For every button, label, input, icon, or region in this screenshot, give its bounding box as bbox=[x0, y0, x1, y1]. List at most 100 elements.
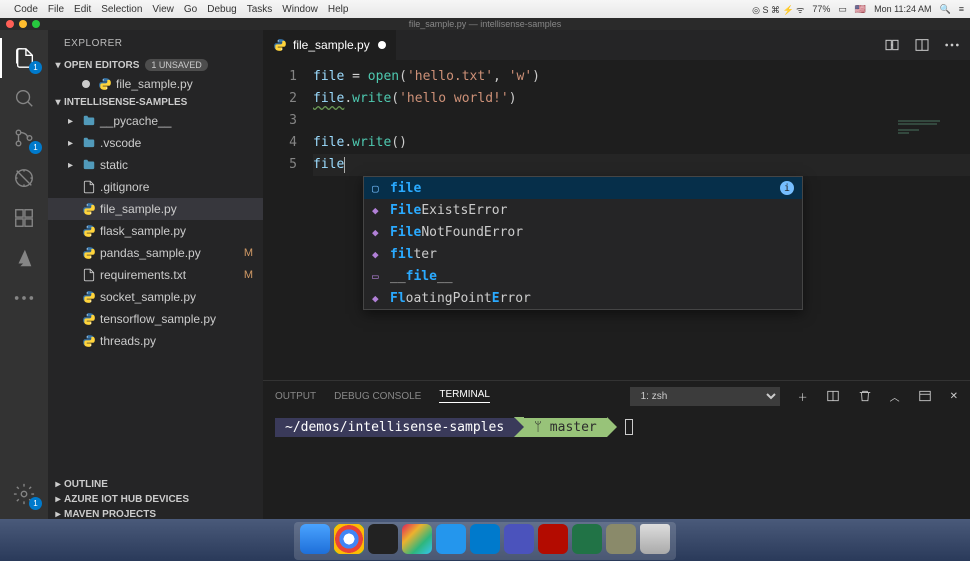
editor-area: file_sample.py 12345 file = open('hello.… bbox=[263, 30, 970, 522]
chevron-right-icon: ▸ bbox=[52, 494, 64, 505]
tree-file[interactable]: flask_sample.py bbox=[48, 220, 263, 242]
tree-file[interactable]: threads.py bbox=[48, 330, 263, 352]
terminal-dock-icon[interactable] bbox=[368, 524, 398, 554]
go-menu[interactable]: Go bbox=[184, 4, 197, 15]
azure-iot-header[interactable]: ▸AZURE IOT HUB DEVICES bbox=[48, 492, 263, 507]
code-editor[interactable]: 12345 file = open('hello.txt', 'w')file.… bbox=[263, 60, 970, 380]
chrome-dock-icon[interactable] bbox=[334, 524, 364, 554]
trash-dock-icon[interactable] bbox=[640, 524, 670, 554]
open-editor-item[interactable]: file_sample.py bbox=[48, 73, 263, 95]
window-menu[interactable]: Window bbox=[282, 4, 318, 15]
traffic-lights[interactable] bbox=[6, 20, 40, 28]
tree-folder[interactable]: ▸static bbox=[48, 154, 263, 176]
slack-dock-icon[interactable] bbox=[402, 524, 432, 554]
menu-extras[interactable]: ≡ bbox=[959, 4, 964, 14]
py-icon bbox=[80, 312, 98, 326]
more-icon[interactable] bbox=[0, 278, 48, 318]
intellisense-item[interactable]: ◆FileExistsError bbox=[364, 199, 802, 221]
intellisense-item[interactable]: ▢filei bbox=[364, 177, 802, 199]
compare-changes-icon[interactable] bbox=[884, 37, 900, 53]
chevron-right-icon: ▸ bbox=[52, 479, 64, 490]
debug-menu[interactable]: Debug bbox=[207, 4, 236, 15]
tree-file[interactable]: tensorflow_sample.py bbox=[48, 308, 263, 330]
chevron-right-icon: ▸ bbox=[68, 160, 80, 171]
completion-kind-icon: ▭ bbox=[372, 270, 390, 283]
mac-dock[interactable] bbox=[294, 522, 676, 560]
scm-icon[interactable]: 1 bbox=[0, 118, 48, 158]
app-dock-icon[interactable] bbox=[606, 524, 636, 554]
menubar-icons: ◎ S ⌘ ⚡ ᯤ bbox=[752, 3, 804, 16]
file-menu[interactable]: File bbox=[48, 4, 64, 15]
edit-menu[interactable]: Edit bbox=[74, 4, 91, 15]
intellisense-popup[interactable]: ▢filei◆FileExistsError◆FileNotFoundError… bbox=[363, 176, 803, 310]
spotlight-icon[interactable]: 🔍 bbox=[940, 4, 951, 15]
azure-icon[interactable] bbox=[0, 238, 48, 278]
info-icon[interactable]: i bbox=[780, 181, 794, 195]
window-titlebar: file_sample.py — intellisense-samples bbox=[0, 18, 970, 30]
completion-kind-icon: ◆ bbox=[372, 226, 390, 239]
excel-dock-icon[interactable] bbox=[572, 524, 602, 554]
editor-tab[interactable]: file_sample.py bbox=[263, 30, 397, 60]
tree-file[interactable]: socket_sample.py bbox=[48, 286, 263, 308]
tree-folder[interactable]: ▸__pycache__ bbox=[48, 110, 263, 132]
completion-kind-icon: ◆ bbox=[372, 292, 390, 305]
completion-kind-icon: ◆ bbox=[372, 204, 390, 217]
more-actions-icon[interactable] bbox=[944, 43, 960, 47]
debug-icon[interactable] bbox=[0, 158, 48, 198]
sidebar: EXPLORER ▾ OPEN EDITORS 1 UNSAVED file_s… bbox=[48, 30, 263, 522]
git-modified-icon: M bbox=[244, 269, 253, 281]
split-terminal-icon[interactable] bbox=[826, 389, 840, 403]
finder-dock-icon[interactable] bbox=[300, 524, 330, 554]
extensions-icon[interactable] bbox=[0, 198, 48, 238]
tree-file[interactable]: file_sample.py bbox=[48, 198, 263, 220]
clock: Mon 11:24 AM bbox=[874, 4, 931, 14]
help-menu[interactable]: Help bbox=[328, 4, 349, 15]
new-terminal-icon[interactable]: ＋ bbox=[798, 389, 808, 404]
panel-up-icon[interactable]: ︿ bbox=[890, 389, 900, 404]
close-panel-icon[interactable]: ✕ bbox=[950, 391, 958, 402]
git-modified-icon: M bbox=[244, 247, 253, 259]
tasks-menu[interactable]: Tasks bbox=[247, 4, 273, 15]
intellisense-item[interactable]: ▭__file__ bbox=[364, 265, 802, 287]
terminal[interactable]: ~/demos/intellisense-samplesᛘ master bbox=[263, 411, 970, 522]
output-tab[interactable]: OUTPUT bbox=[275, 391, 316, 402]
vscode-dock-icon[interactable] bbox=[470, 524, 500, 554]
minimize-window[interactable] bbox=[19, 20, 27, 28]
intellisense-item[interactable]: ◆FloatingPointError bbox=[364, 287, 802, 309]
terminal-select[interactable]: 1: zsh bbox=[630, 387, 780, 406]
explorer-icon[interactable]: 1 bbox=[0, 38, 48, 78]
tree-file[interactable]: requirements.txtM bbox=[48, 264, 263, 286]
search-icon[interactable] bbox=[0, 78, 48, 118]
close-window[interactable] bbox=[6, 20, 14, 28]
kill-terminal-icon[interactable] bbox=[858, 389, 872, 403]
minimap[interactable] bbox=[898, 120, 968, 170]
terminal-tab[interactable]: TERMINAL bbox=[439, 389, 490, 403]
split-editor-icon[interactable] bbox=[914, 37, 930, 53]
mac-menubar: Code File Edit Selection View Go Debug T… bbox=[0, 0, 970, 18]
maximize-panel-icon[interactable] bbox=[918, 389, 932, 403]
tree-folder[interactable]: ▸.vscode bbox=[48, 132, 263, 154]
intellisense-item[interactable]: ◆filter bbox=[364, 243, 802, 265]
teams-dock-icon[interactable] bbox=[504, 524, 534, 554]
view-menu[interactable]: View bbox=[152, 4, 174, 15]
tab-label: file_sample.py bbox=[293, 38, 370, 52]
tree-file[interactable]: .gitignore bbox=[48, 176, 263, 198]
open-editors-header[interactable]: ▾ OPEN EDITORS 1 UNSAVED bbox=[48, 57, 263, 73]
debug-console-tab[interactable]: DEBUG CONSOLE bbox=[334, 391, 421, 402]
terminal-path: ~/demos/intellisense-samples bbox=[275, 418, 514, 437]
acrobat-dock-icon[interactable] bbox=[538, 524, 568, 554]
workspace-header[interactable]: ▾ INTELLISENSE-SAMPLES bbox=[48, 95, 263, 110]
tree-file[interactable]: pandas_sample.pyM bbox=[48, 242, 263, 264]
settings-icon[interactable]: 1 bbox=[0, 474, 48, 514]
app-menu[interactable]: Code bbox=[14, 4, 38, 15]
py-icon bbox=[80, 202, 98, 216]
docker-dock-icon[interactable] bbox=[436, 524, 466, 554]
sidebar-title: EXPLORER bbox=[48, 30, 263, 57]
maximize-window[interactable] bbox=[32, 20, 40, 28]
outline-header[interactable]: ▸OUTLINE bbox=[48, 477, 263, 492]
intellisense-item[interactable]: ◆FileNotFoundError bbox=[364, 221, 802, 243]
selection-menu[interactable]: Selection bbox=[101, 4, 142, 15]
python-file-icon bbox=[273, 38, 287, 52]
battery-pct: 77% bbox=[812, 4, 830, 14]
folder-icon bbox=[80, 158, 98, 172]
